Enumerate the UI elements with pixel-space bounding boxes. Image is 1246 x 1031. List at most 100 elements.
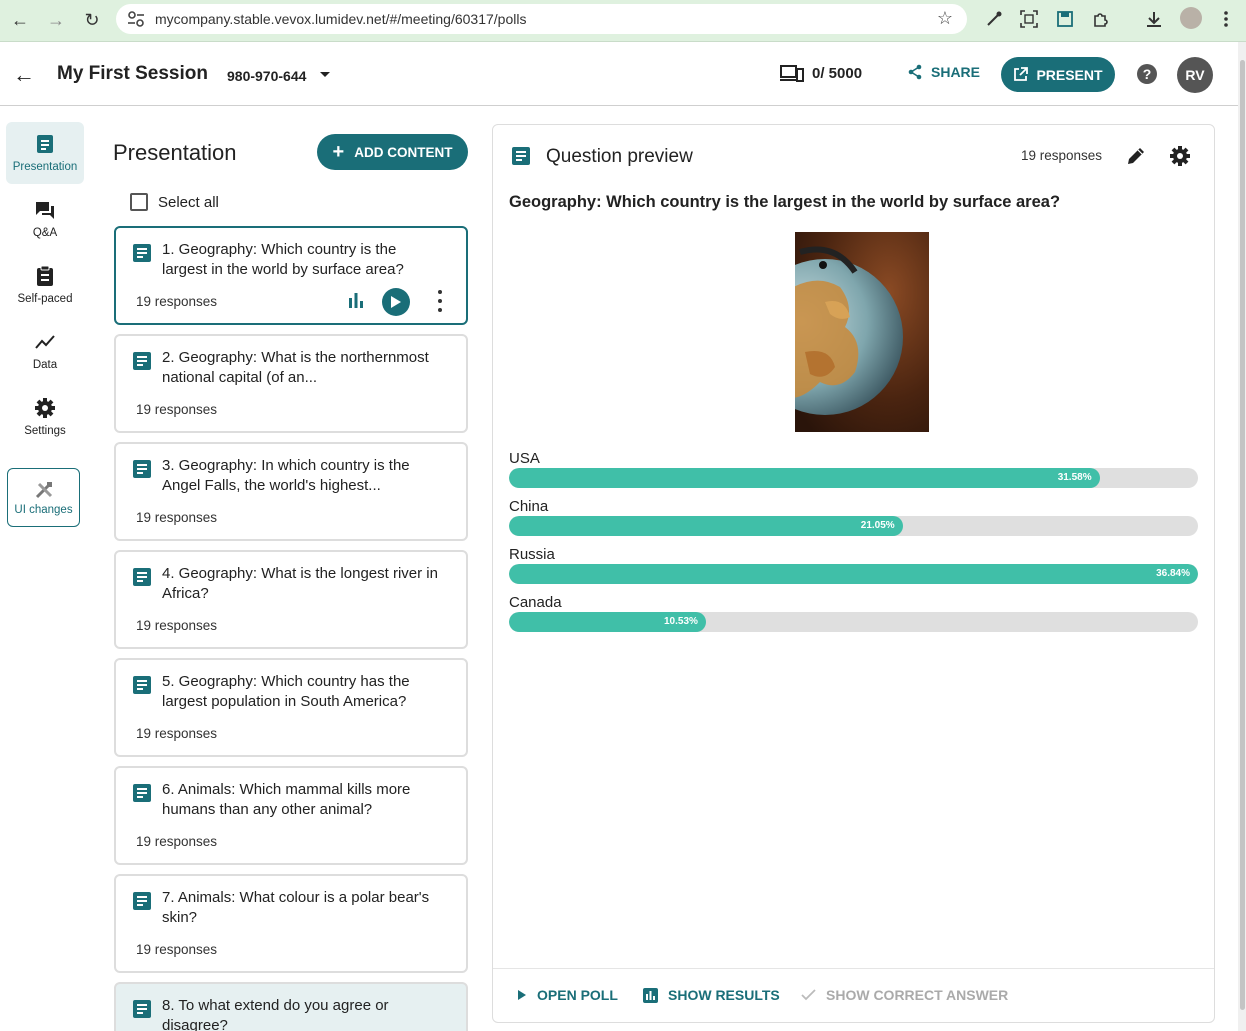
nav-item-presentation[interactable]: Presentation <box>6 122 84 184</box>
browser-reload-icon[interactable]: ↻ <box>78 6 106 34</box>
chat-icon <box>36 202 54 219</box>
question-icon <box>133 1000 151 1018</box>
back-arrow-icon[interactable]: ← <box>13 62 35 88</box>
present-button[interactable]: PRESENT <box>1001 57 1115 92</box>
question-card-responses: 19 responses <box>136 834 218 849</box>
open-poll-label: OPEN POLL <box>537 987 618 1003</box>
option-result-bar: 21.05% <box>509 516 903 536</box>
question-preview-panel: Question preview 19 responses Geography:… <box>492 124 1215 1023</box>
question-card-responses: 19 responses <box>136 510 218 525</box>
question-card-text: 4. Geography: What is the longest river … <box>162 565 438 602</box>
bookmark-star-icon[interactable]: ☆ <box>937 8 953 29</box>
show-correct-answer-button[interactable]: SHOW CORRECT ANSWER <box>801 987 1008 1003</box>
option-percent: 31.58% <box>1057 472 1092 483</box>
nav-label: Self-paced <box>17 293 73 305</box>
question-icon <box>133 784 151 802</box>
browser-menu-icon[interactable] <box>1215 8 1237 30</box>
question-icon <box>133 352 151 370</box>
nav-item-self-paced[interactable]: Self-paced <box>6 254 84 316</box>
screenshot-icon[interactable] <box>1018 8 1040 30</box>
site-settings-icon[interactable] <box>126 10 146 28</box>
option-label: China <box>509 498 549 515</box>
option-result-track: 10.53% <box>509 612 1198 632</box>
option-percent: 36.84% <box>1156 568 1190 579</box>
question-icon <box>133 568 151 586</box>
share-icon <box>908 64 922 80</box>
address-bar[interactable]: mycompany.stable.vevox.lumidev.net/#/mee… <box>116 4 967 34</box>
present-label: PRESENT <box>1036 66 1103 83</box>
download-icon[interactable] <box>1143 8 1165 30</box>
question-card[interactable]: 5. Geography: Which country has the larg… <box>114 658 468 757</box>
question-icon <box>133 244 151 262</box>
nav-label: Presentation <box>12 161 78 173</box>
results-chart-icon <box>643 987 658 1003</box>
show-results-button[interactable]: SHOW RESULTS <box>643 987 780 1003</box>
option-percent: 21.05% <box>860 520 895 531</box>
page-scrollbar-thumb[interactable] <box>1240 60 1245 1010</box>
show-results-label: SHOW RESULTS <box>668 987 780 1003</box>
eyedropper-icon[interactable] <box>983 8 1005 30</box>
add-content-button[interactable]: + ADD CONTENT <box>317 134 468 170</box>
share-button[interactable]: SHARE <box>907 64 980 80</box>
question-card[interactable]: 7. Animals: What colour is a polar bear'… <box>114 874 468 973</box>
left-nav: Presentation Q&A Self-paced Data Setting… <box>0 107 88 1031</box>
question-card-responses: 19 responses <box>136 618 218 633</box>
show-correct-label: SHOW CORRECT ANSWER <box>826 987 1009 1003</box>
help-icon[interactable]: ? <box>1137 64 1157 84</box>
url-text: mycompany.stable.vevox.lumidev.net/#/mee… <box>155 11 527 27</box>
option-result-bar: 10.53% <box>509 612 706 632</box>
select-all[interactable]: Select all <box>130 193 219 211</box>
question-card-responses: 19 responses <box>136 942 218 957</box>
browser-profile-avatar[interactable] <box>1180 7 1202 29</box>
save-icon[interactable] <box>1054 8 1076 30</box>
trend-icon <box>35 335 55 349</box>
question-card[interactable]: 3. Geography: In which country is the An… <box>114 442 468 541</box>
gear-icon[interactable] <box>1169 145 1191 167</box>
extensions-icon[interactable] <box>1090 8 1112 30</box>
question-card[interactable]: 8. To what extend do you agree or disagr… <box>114 982 468 1031</box>
browser-back-icon[interactable]: ← <box>6 6 34 34</box>
preview-footer-divider <box>493 968 1214 969</box>
question-card[interactable]: 2. Geography: What is the northernmost n… <box>114 334 468 433</box>
bar-chart-icon[interactable] <box>348 292 364 308</box>
participants-counter: 0/ 5000 <box>780 64 862 82</box>
option-label: Canada <box>509 594 562 611</box>
question-icon <box>133 676 151 694</box>
option-result-track: 21.05% <box>509 516 1198 536</box>
tools-icon <box>35 481 52 498</box>
session-code[interactable]: 980-970-644 <box>227 68 306 84</box>
option-label: Russia <box>509 546 555 563</box>
chevron-down-icon[interactable] <box>320 72 330 77</box>
ui-changes-button[interactable]: UI changes <box>7 468 80 527</box>
question-card-text: 6. Animals: Which mammal kills more huma… <box>162 781 411 818</box>
nav-item-settings[interactable]: Settings <box>6 386 84 448</box>
open-poll-button[interactable]: OPEN POLL <box>517 987 618 1003</box>
check-icon <box>801 989 816 1001</box>
question-card[interactable]: 4. Geography: What is the longest river … <box>114 550 468 649</box>
question-card[interactable]: 1. Geography: Which country is the large… <box>114 226 468 325</box>
nav-label: Data <box>32 359 58 371</box>
question-card-text: 1. Geography: Which country is the large… <box>162 241 404 278</box>
option-result-bar: 36.84% <box>509 564 1198 584</box>
question-card[interactable]: 6. Animals: Which mammal kills more huma… <box>114 766 468 865</box>
globe-image <box>795 232 929 432</box>
more-options-icon[interactable] <box>436 290 444 312</box>
option-result-track: 36.84% <box>509 564 1198 584</box>
participants-count: 0/ 5000 <box>812 64 863 82</box>
option-result-track: 31.58% <box>509 468 1198 488</box>
pencil-icon[interactable] <box>1125 145 1147 167</box>
browser-forward-icon[interactable]: → <box>42 6 70 34</box>
nav-item-data[interactable]: Data <box>6 320 84 382</box>
presentation-icon <box>37 135 53 153</box>
user-avatar[interactable]: RV <box>1177 57 1213 93</box>
question-card-text: 7. Animals: What colour is a polar bear'… <box>162 889 430 926</box>
select-all-checkbox[interactable] <box>130 193 148 211</box>
question-card-text: 2. Geography: What is the northernmost n… <box>162 349 429 386</box>
nav-label: Settings <box>24 425 66 437</box>
play-icon <box>391 296 401 308</box>
gear-icon <box>35 398 55 418</box>
question-card-text: 8. To what extend do you agree or disagr… <box>162 997 389 1031</box>
nav-item-qa[interactable]: Q&A <box>6 188 84 250</box>
play-button[interactable] <box>382 288 410 316</box>
question-icon <box>133 892 151 910</box>
